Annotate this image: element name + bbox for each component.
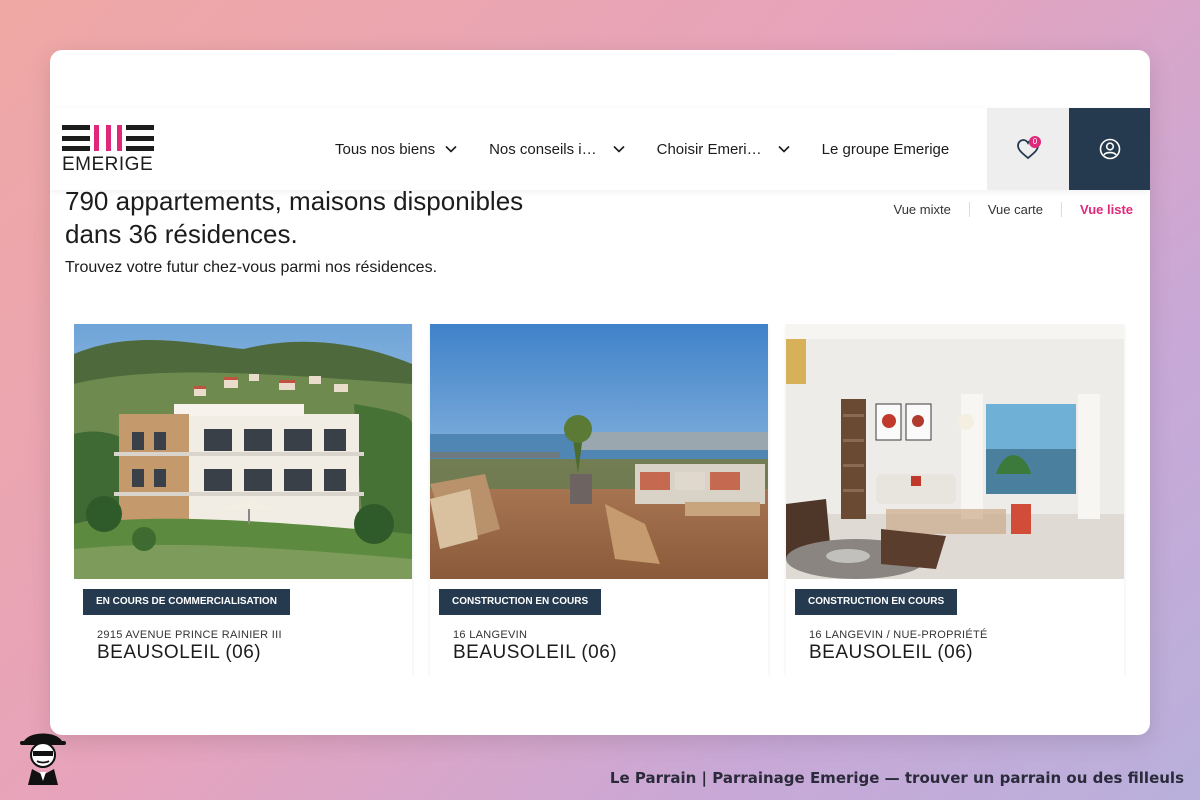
nav-item-nos-conseils[interactable]: Nos conseils i…	[489, 141, 625, 158]
main-nav: Tous nos biens Nos conseils i… Choisir E…	[335, 108, 981, 190]
nav-item-label: Le groupe Emerige	[821, 140, 950, 158]
results-subtitle: Trouvez votre futur chez-vous parmi nos …	[65, 259, 438, 276]
nav-item-le-groupe[interactable]: Le groupe Emerige	[822, 141, 950, 158]
listing-card[interactable]: CONSTRUCTION EN COURS 16 LANGEVIN / NUE-…	[786, 324, 1124, 676]
logo-mark	[62, 125, 158, 151]
nav-item-tous-nos-biens[interactable]: Tous nos biens	[335, 141, 457, 158]
browser-card: EMERIGE Tous nos biens Nos conseils i… C…	[50, 50, 1150, 735]
listing-photo[interactable]	[430, 324, 768, 579]
listing-address: 2915 AVENUE PRINCE RAINIER III	[97, 629, 282, 641]
view-liste-link[interactable]: Vue liste	[1062, 202, 1133, 217]
listing-photo[interactable]	[74, 324, 412, 579]
status-badge: CONSTRUCTION EN COURS	[439, 589, 602, 615]
view-switcher: Vue mixte Vue carte Vue liste	[876, 202, 1133, 217]
parrain-mascot-logo	[18, 727, 68, 785]
status-badge: CONSTRUCTION EN COURS	[795, 589, 958, 615]
listing-city[interactable]: BEAUSOLEIL (06)	[453, 642, 617, 664]
listing-address: 16 LANGEVIN / NUE-PROPRIÉTÉ	[809, 629, 988, 641]
nav-item-label: Nos conseils i…	[489, 140, 597, 158]
view-carte-link[interactable]: Vue carte	[970, 202, 1063, 217]
listing-card[interactable]: EN COURS DE COMMERCIALISATION 2915 AVENU…	[74, 324, 412, 676]
listing-photo[interactable]	[786, 324, 1124, 579]
nav-item-choisir-emerige[interactable]: Choisir Emeri…	[657, 141, 790, 158]
results-headline: 790 appartements, maisons disponibles da…	[65, 185, 523, 251]
status-badge: EN COURS DE COMMERCIALISATION	[83, 589, 290, 615]
site-header: EMERIGE Tous nos biens Nos conseils i… C…	[50, 108, 1150, 190]
listing-grid: EN COURS DE COMMERCIALISATION 2915 AVENU…	[74, 324, 1134, 676]
logo-wordmark: EMERIGE	[62, 154, 154, 175]
chevron-down-icon	[778, 145, 790, 153]
chevron-down-icon	[445, 145, 457, 153]
footer-caption: Le Parrain | Parrainage Emerige — trouve…	[609, 769, 1184, 787]
emerige-logo[interactable]: EMERIGE	[62, 125, 158, 175]
account-button[interactable]	[1069, 108, 1150, 190]
nav-item-label: Tous nos biens	[335, 140, 436, 158]
results-residences: dans 36 résidences.	[65, 219, 298, 249]
favorites-count-badge: 0	[1029, 136, 1041, 148]
chevron-down-icon	[613, 145, 625, 153]
listing-city[interactable]: BEAUSOLEIL (06)	[97, 642, 261, 664]
view-mixte-link[interactable]: Vue mixte	[876, 202, 970, 217]
listing-address: 16 LANGEVIN	[453, 629, 528, 641]
nav-item-label: Choisir Emeri…	[656, 140, 762, 158]
listing-card[interactable]: CONSTRUCTION EN COURS 16 LANGEVIN BEAUSO…	[430, 324, 768, 676]
favorites-button[interactable]: 0	[987, 108, 1069, 190]
listing-city[interactable]: BEAUSOLEIL (06)	[809, 642, 973, 664]
user-icon	[1099, 138, 1120, 160]
